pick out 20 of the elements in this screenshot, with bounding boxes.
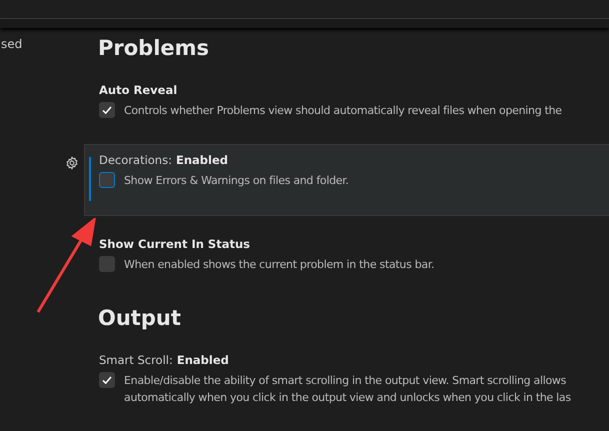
section-title: Problems [98,36,210,60]
checkbox[interactable] [99,256,115,272]
checkbox[interactable] [99,102,115,118]
sidebar-text: sed [1,37,22,51]
setting-description: automatically when you click in the output view and unlocks when you click in the las [124,390,571,406]
setting-label: Decorations: Enabled [99,153,229,167]
setting-description: When enabled shows the current problem in the status bar. [124,257,434,273]
checkbox[interactable] [99,372,115,388]
checkmark-icon [101,104,113,116]
focus-indicator [89,157,91,201]
setting-label: Smart Scroll: Enabled [99,353,230,367]
setting-description: Controls whether Problems view should automatically reveal files when opening the [124,103,562,119]
checkbox[interactable] [99,172,115,188]
setting-description: Enable/disable the ability of smart scrolling in the output view. Smart scrolling allows [124,373,568,389]
setting-description: Show Errors & Warnings on files and folder. [124,173,349,189]
setting-label: Auto Reveal [99,83,178,97]
checkmark-icon [101,374,113,386]
section-title: Output [98,306,182,330]
settings-icon[interactable] [65,156,79,170]
setting-label: Show Current In Status [99,237,251,251]
